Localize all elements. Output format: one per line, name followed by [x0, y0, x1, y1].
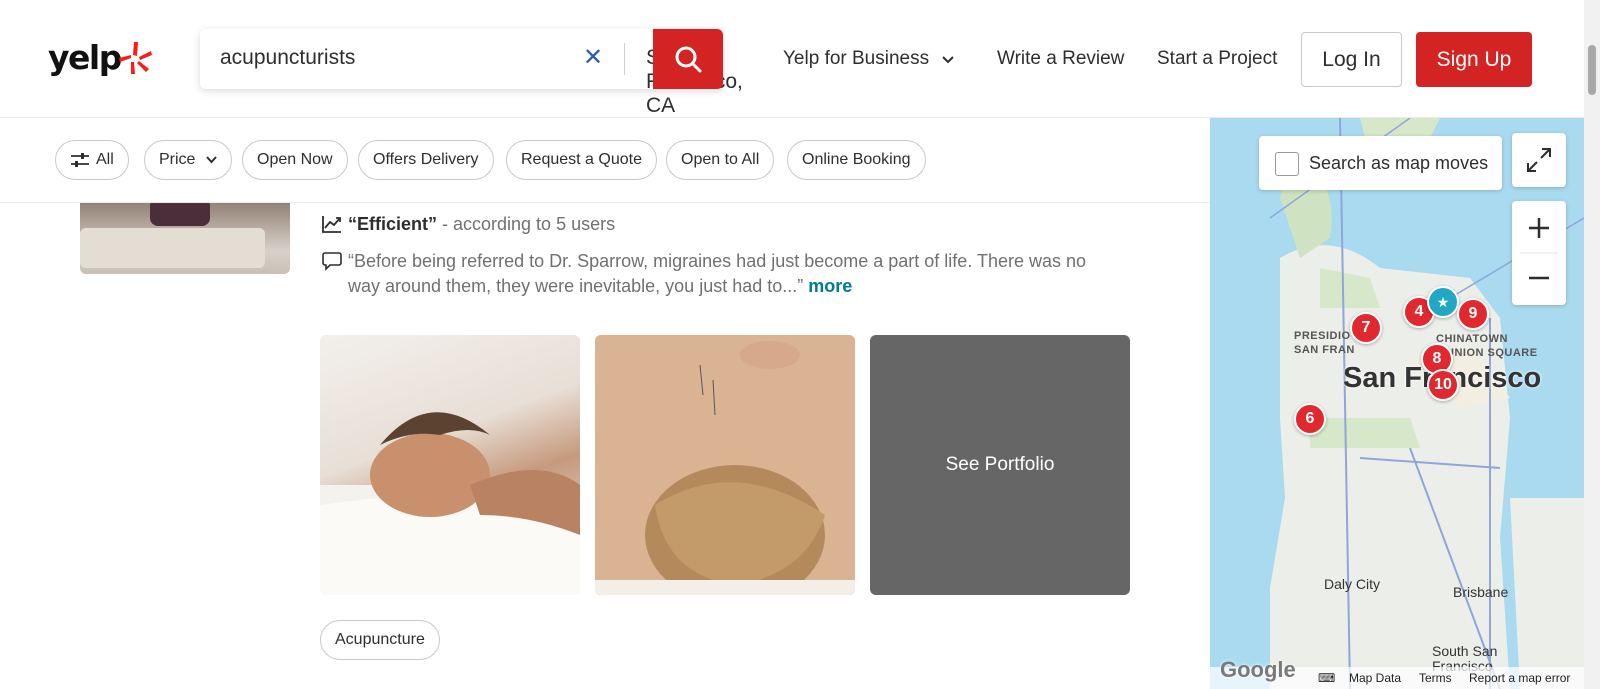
report-map-error-link[interactable]: Report a map error — [1469, 671, 1570, 685]
logo-wordmark: yelp — [48, 38, 122, 77]
scrollbar-thumb[interactable] — [1588, 45, 1596, 95]
highlight-quote: “Efficient” — [348, 214, 438, 234]
sliders-icon — [71, 152, 89, 167]
review-highlight: “Efficient” - according to 5 users — [348, 214, 615, 235]
page-scrollbar[interactable] — [1584, 0, 1600, 689]
map-label-union-square: UNION SQUARE — [1446, 347, 1538, 359]
highlight-suffix: - according to 5 users — [437, 214, 616, 234]
filter-request-quote[interactable]: Request a Quote — [506, 140, 657, 180]
search-as-map-moves-label: Search as map moves — [1309, 153, 1489, 173]
search-button[interactable] — [653, 29, 723, 89]
zoom-in-button[interactable] — [1512, 201, 1566, 253]
clear-search-icon[interactable]: ✕ — [583, 43, 603, 72]
expand-map-button[interactable] — [1512, 133, 1566, 187]
map-pin-9[interactable]: 9 — [1457, 298, 1489, 330]
results-map[interactable]: Search as map moves PRESIDIO SAN FRAN CH… — [1210, 118, 1584, 689]
portfolio-photo-1[interactable] — [320, 335, 580, 595]
map-pin-7[interactable]: 7 — [1350, 312, 1382, 344]
filter-open-to-all[interactable]: Open to All — [666, 140, 775, 180]
man-massage-image — [320, 412, 580, 595]
review-more-link[interactable]: more — [808, 276, 852, 296]
keyboard-icon[interactable]: ⌨ — [1318, 671, 1335, 685]
start-project-link[interactable]: Start a Project — [1157, 48, 1277, 70]
map-label-chinatown: CHINATOWN — [1436, 333, 1508, 345]
map-pin-6[interactable]: 6 — [1294, 403, 1326, 435]
search-as-map-moves-checkbox[interactable] — [1275, 152, 1299, 176]
filter-bar: All Price Open Now Offers Delivery Reque… — [0, 118, 1209, 203]
search-icon — [675, 46, 702, 73]
map-pin-star[interactable]: ★ — [1427, 286, 1459, 318]
review-snippet: “Before being referred to Dr. Sparrow, m… — [348, 249, 1118, 299]
search-as-map-moves-toggle[interactable]: Search as map moves — [1259, 136, 1502, 190]
trending-icon — [322, 216, 341, 233]
filter-open-now[interactable]: Open Now — [242, 140, 348, 180]
map-footer: Google ⌨ Map Data Terms Report a map err… — [1210, 657, 1584, 689]
chevron-down-icon — [206, 156, 217, 164]
speech-bubble-icon — [322, 252, 342, 271]
map-label-presidio: PRESIDIO — [1294, 330, 1351, 342]
map-terms-link[interactable]: Terms — [1419, 671, 1452, 685]
see-portfolio-button[interactable]: See Portfolio — [870, 335, 1130, 595]
woman-acupuncture-image — [595, 335, 855, 595]
sofa-image — [80, 228, 265, 268]
filter-offers-delivery[interactable]: Offers Delivery — [358, 140, 494, 180]
google-logo: Google — [1220, 657, 1296, 682]
search-find-input[interactable]: acupuncturists — [220, 46, 355, 70]
map-label-daly-city: Daly City — [1324, 576, 1381, 592]
map-data-link[interactable]: Map Data — [1349, 671, 1401, 685]
map-label-brisbane: Brisbane — [1453, 584, 1509, 600]
yelp-for-business-label: Yelp for Business — [783, 48, 930, 69]
yelp-logo[interactable]: yelp — [48, 36, 154, 80]
signup-button[interactable]: Sign Up — [1416, 32, 1532, 87]
portfolio-photo-2[interactable] — [595, 335, 855, 595]
yelp-burst-icon — [119, 42, 152, 74]
review-text: “Before being referred to Dr. Sparrow, m… — [348, 251, 1087, 296]
zoom-out-button[interactable] — [1512, 253, 1566, 305]
filter-price-label: Price — [159, 151, 196, 168]
filter-all-label: All — [96, 151, 114, 168]
write-review-link[interactable]: Write a Review — [997, 48, 1124, 70]
search-bar: acupuncturists ✕ San Francisco, CA — [200, 29, 743, 117]
map-label-san-fran: SAN FRAN — [1294, 344, 1355, 356]
top-header: yelp acupuncturists ✕ San Francisco, CA … — [0, 0, 1584, 118]
search-divider — [624, 43, 625, 75]
filter-online-booking[interactable]: Online Booking — [787, 140, 926, 180]
chevron-down-icon — [942, 56, 955, 64]
category-tag[interactable]: Acupuncture — [320, 620, 440, 660]
login-button[interactable]: Log In — [1301, 32, 1402, 87]
map-pin-10[interactable]: 10 — [1427, 369, 1459, 401]
expand-icon — [1527, 148, 1551, 172]
filter-all-button[interactable]: All — [55, 140, 129, 180]
business-photo[interactable] — [80, 198, 290, 274]
filter-price-button[interactable]: Price — [144, 140, 232, 180]
yelp-for-business-menu[interactable]: Yelp for Business — [783, 48, 955, 70]
